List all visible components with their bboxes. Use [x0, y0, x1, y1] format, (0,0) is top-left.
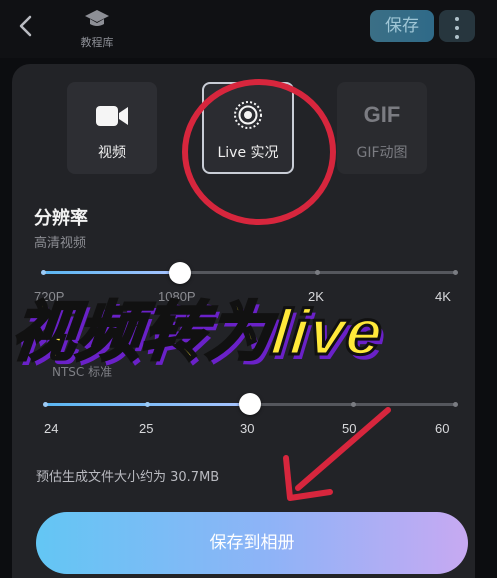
framerate-stop[interactable] [43, 402, 48, 407]
back-button[interactable] [12, 12, 40, 40]
graduation-cap-icon [85, 10, 109, 26]
overlay-caption: 视频转为live [7, 295, 388, 370]
resolution-stop[interactable] [41, 270, 46, 275]
highlight-circle [182, 79, 336, 225]
resolution-stop[interactable] [315, 270, 320, 275]
file-size-estimate: 预估生成文件大小约为 30.7MB [36, 470, 220, 485]
framerate-tick: 25 [139, 421, 154, 436]
more-button[interactable] [439, 10, 475, 42]
gif-icon: GIF [363, 102, 401, 127]
save-to-album-button[interactable]: 保存到相册 [36, 512, 468, 574]
tutorial-label: 教程库 [80, 36, 114, 49]
format-video-label: 视频 [98, 145, 126, 161]
top-bar: 教程库 保存 [0, 0, 497, 58]
framerate-tick: 30 [240, 421, 255, 436]
resolution-title: 分辨率 [34, 208, 88, 229]
save-button[interactable]: 保存 [370, 10, 434, 42]
more-vertical-icon [439, 17, 475, 39]
video-camera-icon [96, 106, 128, 126]
framerate-slider-handle[interactable] [239, 393, 261, 415]
format-gif-label: GIF动图 [356, 145, 408, 161]
resolution-track-fill [42, 271, 179, 274]
tutorial-library-button[interactable]: 教程库 [72, 8, 122, 52]
framerate-stop[interactable] [145, 402, 150, 407]
format-gif-tile[interactable]: GIF GIF动图 [337, 82, 427, 174]
resolution-slider-handle[interactable] [169, 262, 191, 284]
framerate-tick: 24 [44, 421, 59, 436]
resolution-stop[interactable] [453, 270, 458, 275]
resolution-subtitle: 高清视频 [34, 236, 87, 251]
framerate-stop[interactable] [453, 402, 458, 407]
red-arrow-icon [283, 407, 391, 501]
chevron-left-icon [19, 15, 32, 37]
format-video-tile[interactable]: 视频 [67, 82, 157, 174]
framerate-tick: 60 [435, 421, 450, 436]
